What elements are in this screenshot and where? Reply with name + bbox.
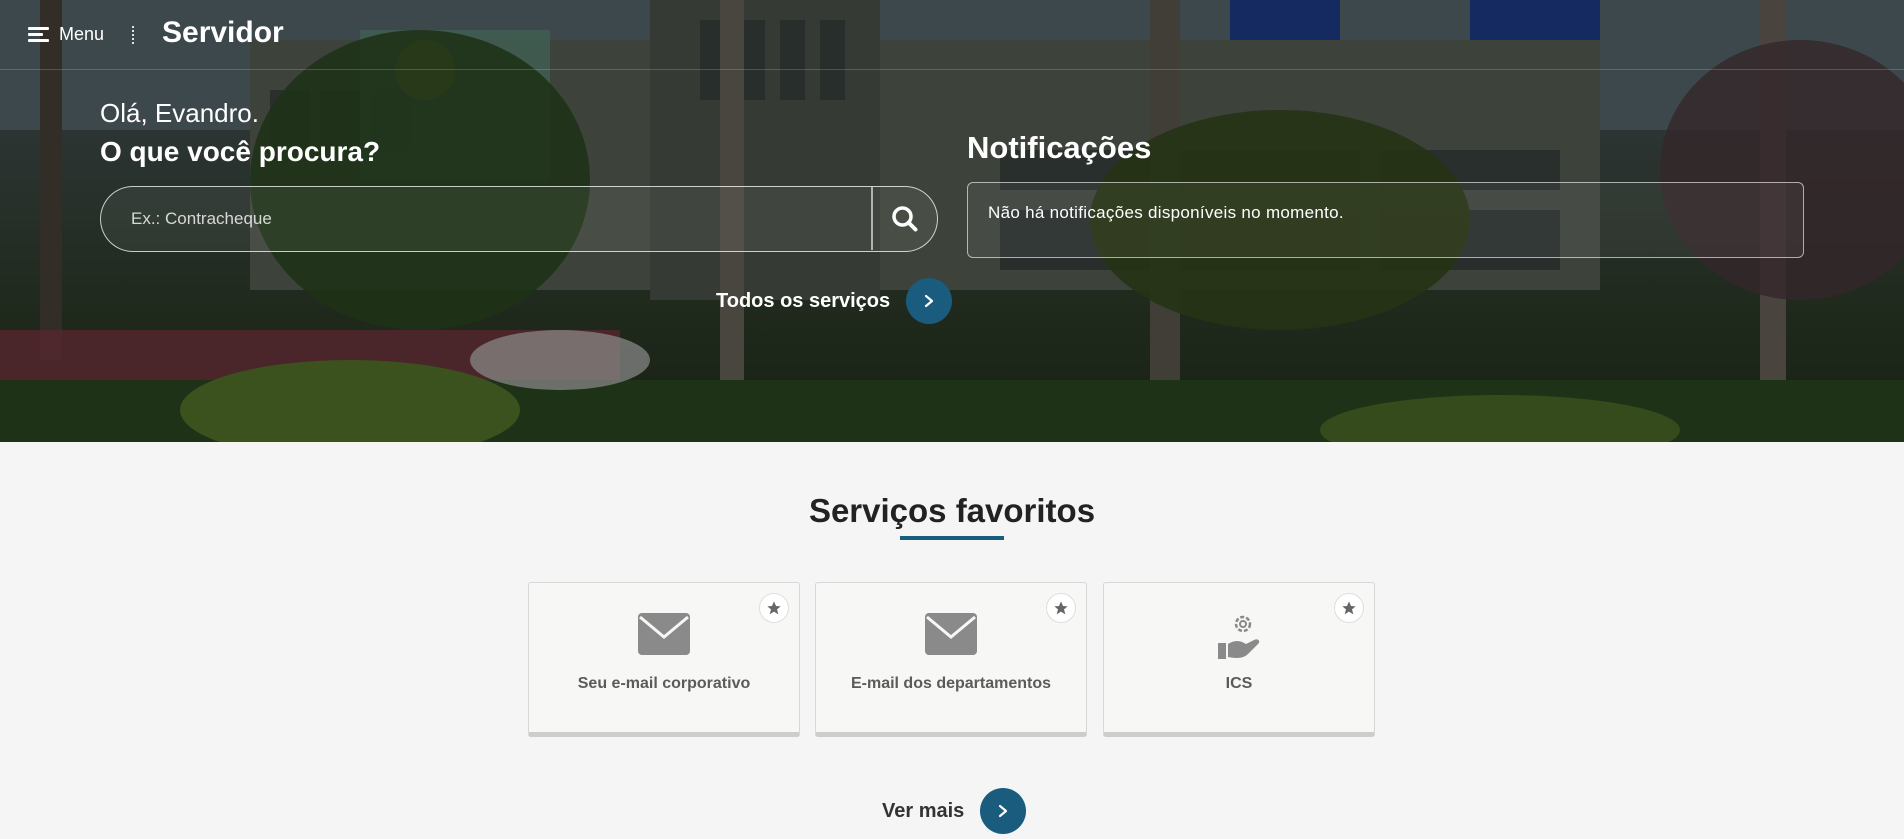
see-more-link[interactable]: Ver mais xyxy=(882,788,1027,834)
favorite-card-label: Seu e-mail corporativo xyxy=(577,675,751,692)
chevron-right-icon xyxy=(999,804,1008,818)
see-more-arrow-button[interactable] xyxy=(980,788,1027,834)
favorite-card-label: ICS xyxy=(1225,675,1253,692)
search-button[interactable] xyxy=(873,187,937,250)
favorite-card-corporate-email[interactable]: Seu e-mail corporativo xyxy=(528,582,800,737)
top-bar: Menu Servidor xyxy=(0,0,1904,70)
notifications-empty-message: Não há notificações disponíveis no momen… xyxy=(988,203,1344,222)
favorites-title-underline xyxy=(900,536,1004,540)
see-more-label: Ver mais xyxy=(882,799,965,822)
favorite-card-label: E-mail dos departamentos xyxy=(850,675,1052,692)
envelope-icon xyxy=(529,613,799,661)
search-bar xyxy=(100,186,938,252)
hamburger-icon xyxy=(28,27,49,42)
hand-gear-icon xyxy=(1104,613,1374,661)
all-services-arrow-button[interactable] xyxy=(906,278,953,324)
brand-title[interactable]: Servidor xyxy=(162,16,284,50)
search-heading: O que você procura? xyxy=(100,136,381,167)
all-services-link[interactable]: Todos os serviços xyxy=(716,278,953,324)
menu-button[interactable]: Menu xyxy=(28,24,104,45)
all-services-label: Todos os serviços xyxy=(716,289,891,312)
search-icon xyxy=(892,205,918,231)
menu-label: Menu xyxy=(59,24,105,44)
hero-banner: Menu Servidor Olá, Evandro. O que você p… xyxy=(0,0,1904,442)
favorite-card-department-email[interactable]: E-mail dos departamentos xyxy=(815,582,1087,737)
menu-separator xyxy=(132,26,134,44)
greeting: Olá, Evandro. xyxy=(100,98,259,128)
favorites-title: Serviços favoritos xyxy=(808,492,1096,529)
search-input[interactable] xyxy=(101,187,871,250)
notifications-title: Notificações xyxy=(967,130,1152,165)
notifications-panel: Não há notificações disponíveis no momen… xyxy=(967,182,1804,258)
chevron-right-icon xyxy=(925,294,934,308)
envelope-icon xyxy=(816,613,1086,661)
favorite-card-ics[interactable]: ICS xyxy=(1103,582,1375,737)
